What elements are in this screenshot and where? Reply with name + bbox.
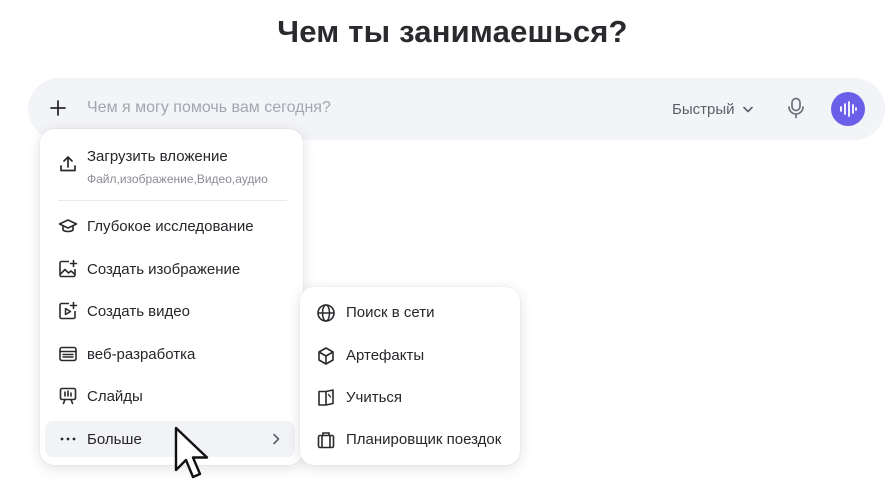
mouse-cursor-icon [174,426,214,482]
voice-mode-button[interactable] [831,92,865,126]
chevron-down-icon [742,106,753,112]
globe-icon [316,303,336,323]
menu-item-web-dev[interactable]: веб-разработка [45,336,295,372]
menu-item-label: Глубокое исследование [87,217,254,235]
graduation-cap-icon [58,216,78,236]
submenu-item-label: Поиск в сети [346,304,435,321]
submenu-item-label: Учиться [346,389,403,406]
menu-item-deep-research[interactable]: Глубокое исследование [45,208,295,244]
menu-item-label: Слайды [87,387,143,405]
menu-item-slides[interactable]: Слайды [45,378,295,414]
microphone-icon [788,97,804,119]
presentation-icon [58,386,78,406]
image-plus-icon [58,259,78,279]
book-icon [316,388,336,408]
upload-attachment-label: Загрузить вложение [87,148,228,165]
submenu-item-label: Артефакты [346,347,425,364]
submenu-item-artifacts[interactable]: Артефакты [306,338,514,374]
submenu-item-label: Планировщик поездок [346,431,502,448]
upload-icon [58,154,78,174]
attach-menu: Загрузить вложение Файл,изображение,Виде… [40,129,303,465]
upload-attachment-hint: Файл,изображение,Видео,аудио [87,172,268,186]
more-submenu: Поиск в сети Артефакты Учиться Планировщ… [300,287,520,465]
submenu-item-web-search[interactable]: Поиск в сети [306,295,514,331]
menu-item-label: Больше [87,430,142,448]
suitcase-icon [316,430,336,450]
chevron-right-icon [269,432,283,446]
video-plus-icon [58,301,78,321]
page-title: Чем ты занимаешься? [277,14,628,49]
ellipsis-icon [58,429,78,449]
prompt-input[interactable] [87,96,507,120]
menu-item-create-image[interactable]: Создать изображение [45,251,295,287]
plus-icon [50,100,66,116]
mode-select[interactable]: Быстрый [672,98,753,120]
microphone-button[interactable] [782,94,810,122]
mode-select-label: Быстрый [672,100,735,118]
submenu-item-learn[interactable]: Учиться [306,380,514,416]
menu-item-more[interactable]: Больше [45,421,295,457]
cube-icon [316,346,336,366]
attach-plus-button[interactable] [44,94,72,122]
sound-wave-icon [840,101,857,117]
menu-item-label: Создать изображение [87,260,241,278]
menu-item-label: Создать видео [87,302,190,320]
submenu-item-trip-planner[interactable]: Планировщик поездок [306,422,514,458]
menu-item-label: веб-разработка [87,345,196,363]
web-window-icon [58,344,78,364]
menu-item-create-video[interactable]: Создать видео [45,293,295,329]
menu-divider [58,200,287,201]
